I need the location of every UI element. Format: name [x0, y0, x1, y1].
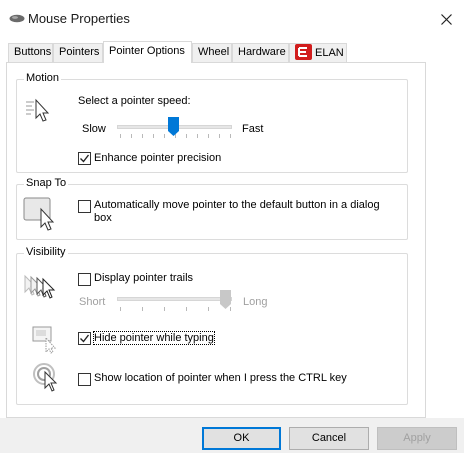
pointer-location-icon	[33, 363, 58, 392]
apply-button[interactable]: Apply	[377, 427, 457, 450]
snap-to-checkbox[interactable]	[78, 200, 91, 213]
mouse-icon	[9, 14, 25, 23]
window-title: Mouse Properties	[28, 11, 130, 26]
tab-label: Wheel	[198, 46, 230, 58]
short-label: Short	[79, 296, 106, 308]
tab-wheel[interactable]: Wheel	[192, 43, 232, 62]
show-location-checkbox[interactable]	[78, 373, 91, 386]
snap-to-label[interactable]: Automatically move pointer to the defaul…	[94, 199, 384, 225]
pointer-trails-checkbox[interactable]	[78, 273, 91, 286]
enhance-precision-checkbox[interactable]	[78, 152, 91, 165]
tab-label: Pointers	[59, 46, 100, 58]
tab-label: Hardware	[238, 46, 286, 58]
motion-group: Motion Select a pointer speed: Slow Fast…	[16, 72, 408, 173]
snap-to-group-label: Snap To	[24, 177, 69, 189]
show-location-label[interactable]: Show location of pointer when I press th…	[94, 372, 347, 384]
speed-label: Select a pointer speed:	[78, 95, 191, 107]
visibility-group-label: Visibility	[24, 246, 68, 258]
long-label: Long	[243, 296, 268, 308]
trails-slider-ticks	[120, 307, 231, 312]
tab-pointer-options[interactable]: Pointer Options	[103, 41, 192, 63]
tab-buttons[interactable]: Buttons	[8, 43, 53, 62]
tab-label: Buttons	[14, 46, 52, 58]
tab-label: Pointer Options	[109, 45, 185, 57]
cancel-button[interactable]: Cancel	[289, 427, 369, 450]
speed-slider-thumb[interactable]	[168, 117, 179, 137]
pointer-trails-label[interactable]: Display pointer trails	[94, 272, 193, 284]
hide-pointer-icon	[32, 326, 57, 354]
checkmark-icon	[80, 334, 90, 343]
fast-label: Fast	[242, 123, 264, 135]
pointer-options-panel: Motion Select a pointer speed: Slow Fast…	[6, 62, 426, 418]
close-icon	[440, 13, 452, 25]
slow-label: Slow	[82, 123, 106, 135]
visibility-group: Visibility Display pointer trails Short …	[16, 246, 408, 405]
snap-to-icon	[23, 197, 55, 231]
snap-to-group: Snap To Automatically move pointer to th…	[16, 177, 408, 240]
enhance-precision-label[interactable]: Enhance pointer precision	[94, 152, 221, 164]
checkmark-icon	[80, 154, 90, 163]
tab-hardware[interactable]: Hardware	[232, 43, 289, 62]
tab-label: ELAN	[315, 47, 344, 59]
title-bar: Mouse Properties	[0, 0, 464, 38]
motion-group-label: Motion	[24, 72, 62, 84]
pointer-speed-icon	[26, 98, 50, 122]
dialog-footer: OK Cancel Apply	[0, 418, 464, 453]
pointer-trails-icon	[24, 274, 56, 299]
close-button[interactable]	[430, 4, 462, 34]
hide-pointer-label[interactable]: Hide pointer while typing	[93, 331, 215, 345]
tab-pointers[interactable]: Pointers	[53, 43, 103, 62]
tab-elan[interactable]: ELAN	[289, 43, 347, 62]
ok-button[interactable]: OK	[202, 427, 281, 450]
trails-slider-track[interactable]	[117, 297, 232, 301]
elan-logo-icon	[295, 44, 312, 60]
hide-pointer-checkbox[interactable]	[78, 332, 91, 345]
trails-slider-thumb[interactable]	[220, 290, 231, 310]
